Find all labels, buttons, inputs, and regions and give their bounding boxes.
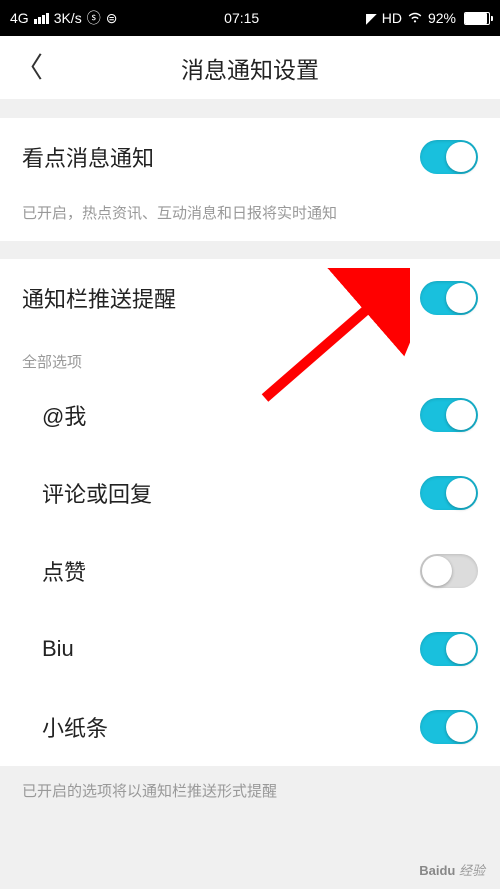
status-right: ◤ HD 92% [366, 10, 490, 27]
data-speed: 3K/s [54, 10, 82, 26]
option-row-comment: 评论或回复 [0, 454, 500, 532]
option-label: 评论或回复 [42, 477, 152, 509]
battery-icon [464, 12, 490, 25]
options-section-label: 全部选项 [0, 337, 500, 376]
battery-percent: 92% [428, 10, 456, 26]
signal-icon [34, 13, 49, 24]
option-toggle-at-me[interactable] [420, 398, 478, 432]
option-label: 小纸条 [42, 711, 108, 743]
data-icon: ⊜ [106, 10, 118, 27]
option-label: Biu [42, 636, 74, 662]
push-notification-row: 通知栏推送提醒 [0, 259, 500, 337]
header: 〈 消息通知设置 [0, 36, 500, 100]
status-bar: 4G 3K/s ⓢ ⊜ 07:15 ◤ HD 92% [0, 0, 500, 36]
option-label: 点赞 [42, 555, 86, 587]
main-notification-label: 看点消息通知 [22, 141, 154, 173]
page-title: 消息通知设置 [0, 51, 500, 85]
mute-icon: ◤ [366, 10, 377, 27]
option-toggle-like[interactable] [420, 554, 478, 588]
option-row-at-me: @我 [0, 376, 500, 454]
back-button[interactable]: 〈 [15, 54, 43, 82]
main-notification-hint: 已开启，热点资讯、互动消息和日报将实时通知 [0, 196, 500, 241]
status-time: 07:15 [224, 10, 259, 26]
option-row-note: 小纸条 [0, 688, 500, 766]
option-row-like: 点赞 [0, 532, 500, 610]
option-toggle-biu[interactable] [420, 632, 478, 666]
hd-indicator: HD [382, 10, 402, 26]
option-toggle-note[interactable] [420, 710, 478, 744]
main-notification-toggle[interactable] [420, 140, 478, 174]
option-label: @我 [42, 399, 86, 431]
push-notification-toggle[interactable] [420, 281, 478, 315]
network-type: 4G [10, 10, 29, 26]
main-notification-row: 看点消息通知 [0, 118, 500, 196]
option-toggle-comment[interactable] [420, 476, 478, 510]
wifi-icon [407, 12, 423, 24]
option-row-biu: Biu [0, 610, 500, 688]
push-notification-label: 通知栏推送提醒 [22, 282, 176, 314]
watermark: Baidu 经验 [419, 860, 485, 879]
sim-icon: ⓢ [87, 8, 101, 28]
bottom-hint: 已开启的选项将以通知栏推送形式提醒 [0, 766, 500, 815]
status-left: 4G 3K/s ⓢ ⊜ [10, 8, 117, 28]
